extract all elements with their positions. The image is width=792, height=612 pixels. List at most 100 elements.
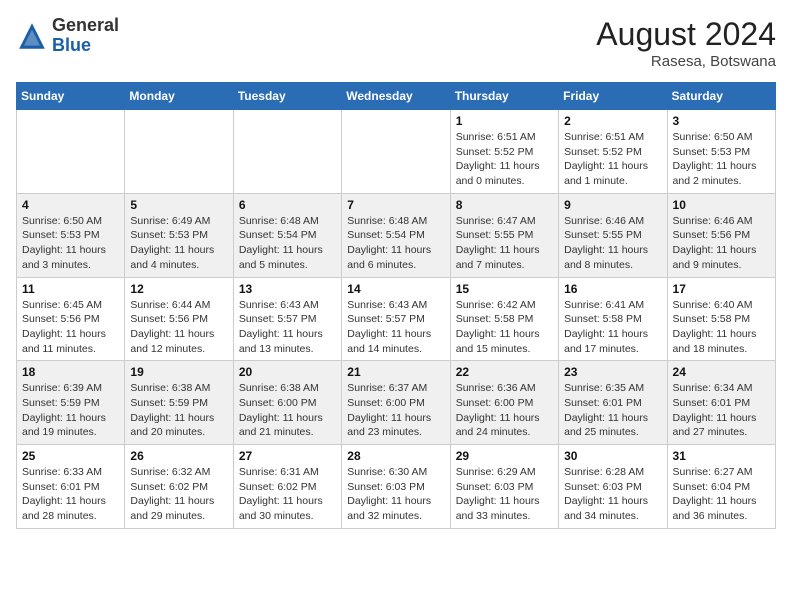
logo-icon [16, 20, 48, 52]
day-number: 5 [130, 198, 227, 212]
calendar-cell: 27Sunrise: 6:31 AMSunset: 6:02 PMDayligh… [233, 445, 341, 529]
calendar-cell: 1 Sunrise: 6:51 AMSunset: 5:52 PMDaylight… [450, 110, 558, 194]
day-number: 12 [130, 282, 227, 296]
month-year: August 2024 [596, 16, 776, 53]
day-number: 20 [239, 365, 336, 379]
calendar-cell [125, 110, 233, 194]
day-info: Sunrise: 6:50 AMSunset: 5:53 PMDaylight:… [22, 214, 119, 273]
day-number: 9 [564, 198, 661, 212]
weekday-header: Thursday [450, 83, 558, 110]
day-info: Sunrise: 6:48 AMSunset: 5:54 PMDaylight:… [239, 214, 336, 273]
day-number: 13 [239, 282, 336, 296]
day-number: 14 [347, 282, 444, 296]
calendar-cell: 10Sunrise: 6:46 AMSunset: 5:56 PMDayligh… [667, 193, 775, 277]
calendar-cell: 18Sunrise: 6:39 AMSunset: 5:59 PMDayligh… [17, 361, 125, 445]
calendar-cell: 4 Sunrise: 6:50 AMSunset: 5:53 PMDaylight… [17, 193, 125, 277]
day-number: 19 [130, 365, 227, 379]
calendar-cell: 22Sunrise: 6:36 AMSunset: 6:00 PMDayligh… [450, 361, 558, 445]
weekday-header: Friday [559, 83, 667, 110]
calendar-cell: 3 Sunrise: 6:50 AMSunset: 5:53 PMDaylight… [667, 110, 775, 194]
location: Rasesa, Botswana [596, 53, 776, 70]
day-number: 26 [130, 449, 227, 463]
calendar-cell: 21 Sunrise: 6:37 AMSunset: 6:00 PMDayligh… [342, 361, 450, 445]
day-number: 16 [564, 282, 661, 296]
calendar-week-row: 11 Sunrise: 6:45 AMSunset: 5:56 PMDayligh… [17, 277, 776, 361]
weekday-header: Tuesday [233, 83, 341, 110]
calendar-cell: 13Sunrise: 6:43 AMSunset: 5:57 PMDayligh… [233, 277, 341, 361]
day-info: Sunrise: 6:35 AMSunset: 6:01 PMDaylight:… [564, 381, 661, 440]
weekday-header: Monday [125, 83, 233, 110]
day-info: Sunrise: 6:27 AMSunset: 6:04 PMDaylight:… [673, 465, 770, 524]
calendar-cell: 23 Sunrise: 6:35 AMSunset: 6:01 PMDayligh… [559, 361, 667, 445]
day-info: Sunrise: 6:46 AMSunset: 5:55 PMDaylight:… [564, 214, 661, 273]
calendar-week-row: 18Sunrise: 6:39 AMSunset: 5:59 PMDayligh… [17, 361, 776, 445]
calendar-cell: 30 Sunrise: 6:28 AMSunset: 6:03 PMDayligh… [559, 445, 667, 529]
day-info: Sunrise: 6:48 AMSunset: 5:54 PMDaylight:… [347, 214, 444, 273]
day-info: Sunrise: 6:28 AMSunset: 6:03 PMDaylight:… [564, 465, 661, 524]
day-info: Sunrise: 6:34 AMSunset: 6:01 PMDaylight:… [673, 381, 770, 440]
day-info: Sunrise: 6:39 AMSunset: 5:59 PMDaylight:… [22, 381, 119, 440]
calendar-cell: 6 Sunrise: 6:48 AMSunset: 5:54 PMDaylight… [233, 193, 341, 277]
day-number: 22 [456, 365, 553, 379]
day-info: Sunrise: 6:32 AMSunset: 6:02 PMDaylight:… [130, 465, 227, 524]
page-header: General Blue August 2024 Rasesa, Botswan… [16, 16, 776, 70]
calendar-cell [17, 110, 125, 194]
day-number: 7 [347, 198, 444, 212]
calendar-cell [342, 110, 450, 194]
day-info: Sunrise: 6:51 AMSunset: 5:52 PMDaylight:… [456, 130, 553, 189]
weekday-header: Sunday [17, 83, 125, 110]
day-info: Sunrise: 6:37 AMSunset: 6:00 PMDaylight:… [347, 381, 444, 440]
calendar-cell: 16 Sunrise: 6:41 AMSunset: 5:58 PMDayligh… [559, 277, 667, 361]
title-block: August 2024 Rasesa, Botswana [596, 16, 776, 70]
day-number: 4 [22, 198, 119, 212]
calendar-cell: 9 Sunrise: 6:46 AMSunset: 5:55 PMDaylight… [559, 193, 667, 277]
day-info: Sunrise: 6:40 AMSunset: 5:58 PMDaylight:… [673, 298, 770, 357]
day-info: Sunrise: 6:42 AMSunset: 5:58 PMDaylight:… [456, 298, 553, 357]
day-info: Sunrise: 6:38 AMSunset: 5:59 PMDaylight:… [130, 381, 227, 440]
calendar-cell: 28 Sunrise: 6:30 AMSunset: 6:03 PMDayligh… [342, 445, 450, 529]
day-number: 3 [673, 114, 770, 128]
day-number: 15 [456, 282, 553, 296]
logo-blue: Blue [52, 36, 119, 56]
calendar-header-row: SundayMondayTuesdayWednesdayThursdayFrid… [17, 83, 776, 110]
calendar-cell: 15 Sunrise: 6:42 AMSunset: 5:58 PMDayligh… [450, 277, 558, 361]
calendar-cell: 2 Sunrise: 6:51 AMSunset: 5:52 PMDaylight… [559, 110, 667, 194]
day-number: 10 [673, 198, 770, 212]
calendar-cell: 8Sunrise: 6:47 AMSunset: 5:55 PMDaylight… [450, 193, 558, 277]
day-number: 11 [22, 282, 119, 296]
logo-general: General [52, 16, 119, 36]
day-number: 25 [22, 449, 119, 463]
calendar-cell: 20Sunrise: 6:38 AMSunset: 6:00 PMDayligh… [233, 361, 341, 445]
day-info: Sunrise: 6:41 AMSunset: 5:58 PMDaylight:… [564, 298, 661, 357]
calendar-cell: 14Sunrise: 6:43 AMSunset: 5:57 PMDayligh… [342, 277, 450, 361]
day-info: Sunrise: 6:33 AMSunset: 6:01 PMDaylight:… [22, 465, 119, 524]
calendar-cell: 7 Sunrise: 6:48 AMSunset: 5:54 PMDaylight… [342, 193, 450, 277]
day-number: 24 [673, 365, 770, 379]
day-number: 30 [564, 449, 661, 463]
calendar-table: SundayMondayTuesdayWednesdayThursdayFrid… [16, 82, 776, 529]
day-number: 1 [456, 114, 553, 128]
day-info: Sunrise: 6:51 AMSunset: 5:52 PMDaylight:… [564, 130, 661, 189]
calendar-cell: 29 Sunrise: 6:29 AMSunset: 6:03 PMDayligh… [450, 445, 558, 529]
logo-text: General Blue [52, 16, 119, 56]
day-info: Sunrise: 6:47 AMSunset: 5:55 PMDaylight:… [456, 214, 553, 273]
day-info: Sunrise: 6:49 AMSunset: 5:53 PMDaylight:… [130, 214, 227, 273]
weekday-header: Saturday [667, 83, 775, 110]
day-number: 23 [564, 365, 661, 379]
calendar-cell: 26 Sunrise: 6:32 AMSunset: 6:02 PMDayligh… [125, 445, 233, 529]
day-info: Sunrise: 6:29 AMSunset: 6:03 PMDaylight:… [456, 465, 553, 524]
day-number: 17 [673, 282, 770, 296]
logo: General Blue [16, 16, 119, 56]
day-info: Sunrise: 6:50 AMSunset: 5:53 PMDaylight:… [673, 130, 770, 189]
day-info: Sunrise: 6:45 AMSunset: 5:56 PMDaylight:… [22, 298, 119, 357]
calendar-cell [233, 110, 341, 194]
calendar-cell: 5 Sunrise: 6:49 AMSunset: 5:53 PMDaylight… [125, 193, 233, 277]
day-number: 21 [347, 365, 444, 379]
day-number: 6 [239, 198, 336, 212]
day-number: 28 [347, 449, 444, 463]
day-info: Sunrise: 6:44 AMSunset: 5:56 PMDaylight:… [130, 298, 227, 357]
calendar-week-row: 1 Sunrise: 6:51 AMSunset: 5:52 PMDaylight… [17, 110, 776, 194]
day-info: Sunrise: 6:30 AMSunset: 6:03 PMDaylight:… [347, 465, 444, 524]
day-number: 2 [564, 114, 661, 128]
day-number: 29 [456, 449, 553, 463]
